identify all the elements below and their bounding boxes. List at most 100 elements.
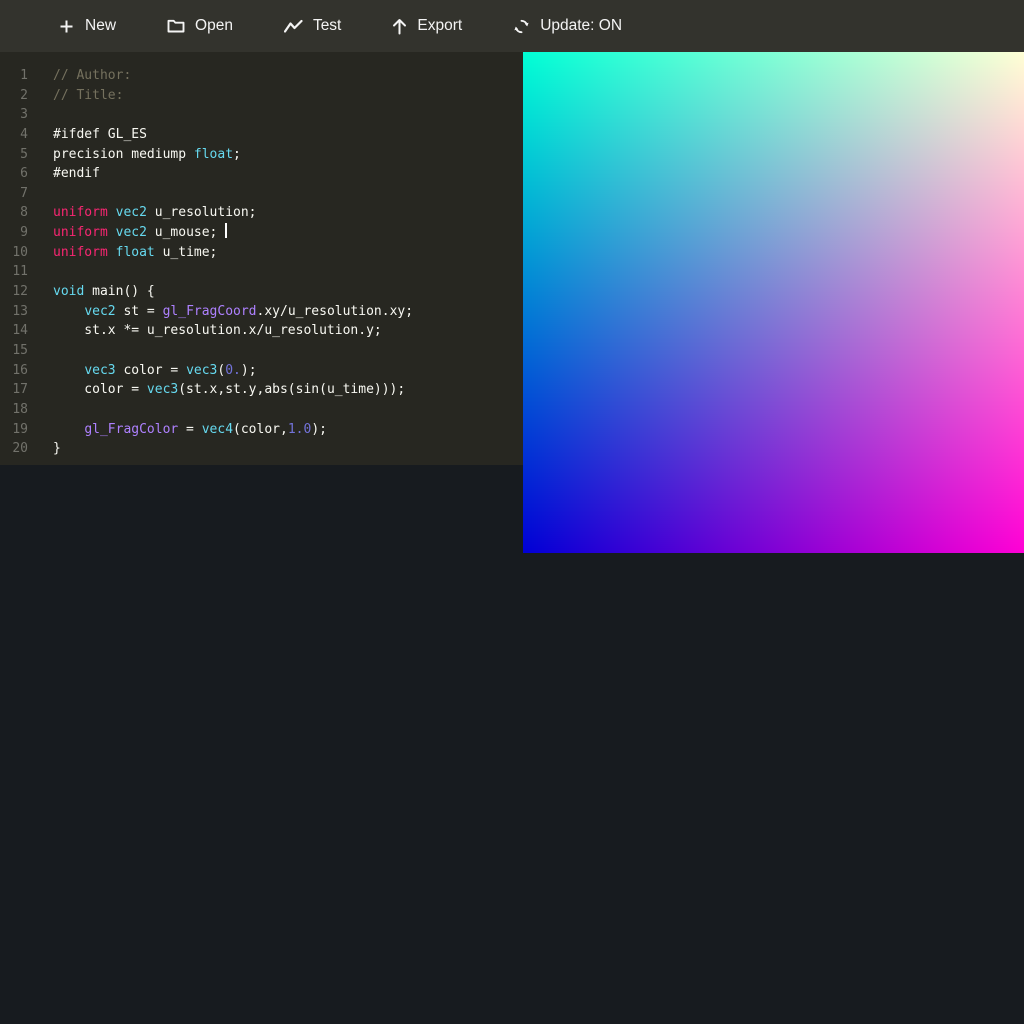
code-token-plain: } bbox=[53, 441, 61, 456]
export-button[interactable]: Export bbox=[392, 17, 462, 35]
line-number: 13 bbox=[0, 302, 28, 322]
code-line-content: uniform vec2 u_resolution; bbox=[28, 203, 257, 223]
code-token-plain: ); bbox=[241, 363, 257, 378]
code-line: 19 gl_FragColor = vec4(color,1.0); bbox=[0, 420, 523, 440]
line-number: 16 bbox=[0, 361, 28, 381]
line-number: 12 bbox=[0, 282, 28, 302]
update-toggle-label: Update: ON bbox=[540, 17, 622, 35]
code-token-keyword: uniform bbox=[53, 205, 108, 220]
code-editor[interactable]: 1 // Author: 2 // Title: 34 #ifdef GL_ES 5prec… bbox=[0, 52, 523, 465]
code-line: 10uniform float u_time; bbox=[0, 243, 523, 263]
code-token-plain bbox=[53, 363, 84, 378]
code-token-type: vec3 bbox=[186, 363, 217, 378]
code-token-type: float bbox=[194, 147, 233, 162]
code-line-content bbox=[28, 262, 53, 282]
line-number: 20 bbox=[0, 439, 28, 459]
line-number: 18 bbox=[0, 400, 28, 420]
code-token-type: vec3 bbox=[147, 382, 178, 397]
editor-lines: 1 // Author: 2 // Title: 34 #ifdef GL_ES 5prec… bbox=[0, 66, 523, 459]
open-button[interactable]: Open bbox=[167, 17, 233, 35]
code-line: 8uniform vec2 u_resolution; bbox=[0, 203, 523, 223]
code-line-content: // Title: bbox=[28, 86, 123, 106]
shader-gradient-blue-layer bbox=[523, 52, 1024, 553]
code-line-content: #endif bbox=[28, 164, 100, 184]
code-token-number: 0. bbox=[225, 363, 241, 378]
line-number: 17 bbox=[0, 380, 28, 400]
code-line: 7 bbox=[0, 184, 523, 204]
line-number: 2 bbox=[0, 86, 28, 106]
code-line-content bbox=[28, 341, 53, 361]
code-line-content: gl_FragColor = vec4(color,1.0); bbox=[28, 420, 327, 440]
text-cursor bbox=[225, 223, 227, 238]
code-token-plain: color = bbox=[116, 363, 186, 378]
line-number: 4 bbox=[0, 125, 28, 145]
code-line-content bbox=[28, 184, 53, 204]
code-line: 1 // Author: bbox=[0, 66, 523, 86]
code-line: 17 color = vec3(st.x,st.y,abs(sin(u_time… bbox=[0, 380, 523, 400]
code-line: 5precision mediump float; bbox=[0, 145, 523, 165]
toolbar: New Open Test Export bbox=[0, 0, 1024, 52]
code-token-type: vec2 bbox=[84, 304, 115, 319]
code-line-content: #ifdef GL_ES bbox=[28, 125, 147, 145]
code-token-type: float bbox=[116, 245, 155, 260]
code-token-number: 1.0 bbox=[288, 422, 311, 437]
code-token-plain: (st.x,st.y,abs(sin(u_time))); bbox=[178, 382, 405, 397]
code-token-plain: st.x *= u_resolution.x/u_resolution.y; bbox=[53, 323, 382, 338]
code-token-comment: // Author: bbox=[53, 68, 131, 83]
code-line: 4 #ifdef GL_ES bbox=[0, 125, 523, 145]
code-line-content: vec3 color = vec3(0.); bbox=[28, 361, 257, 381]
code-token-plain: = bbox=[178, 422, 201, 437]
graph-icon bbox=[284, 19, 303, 34]
line-number: 7 bbox=[0, 184, 28, 204]
update-toggle-button[interactable]: Update: ON bbox=[513, 17, 622, 35]
code-token-plain: ; bbox=[233, 147, 241, 162]
code-token-keyword: uniform bbox=[53, 245, 108, 260]
arrow-up-icon bbox=[392, 18, 407, 35]
line-number: 11 bbox=[0, 262, 28, 282]
code-line-content: uniform vec2 u_mouse; bbox=[28, 223, 227, 243]
code-token-type: vec2 bbox=[116, 225, 147, 240]
shader-preview-canvas[interactable] bbox=[523, 52, 1024, 553]
code-line: 16 vec3 color = vec3(0.); bbox=[0, 361, 523, 381]
code-line-content: color = vec3(st.x,st.y,abs(sin(u_time)))… bbox=[28, 380, 405, 400]
code-token-type: vec3 bbox=[84, 363, 115, 378]
test-button[interactable]: Test bbox=[284, 17, 341, 35]
new-button-label: New bbox=[85, 17, 116, 35]
new-button[interactable]: New bbox=[58, 17, 116, 35]
line-number: 5 bbox=[0, 145, 28, 165]
line-number: 15 bbox=[0, 341, 28, 361]
code-token-plain: #ifdef GL_ES bbox=[53, 127, 147, 142]
code-line: 14 st.x *= u_resolution.x/u_resolution.y… bbox=[0, 321, 523, 341]
code-token-keyword: uniform bbox=[53, 225, 108, 240]
code-line-content: } bbox=[28, 439, 61, 459]
code-line: 15 bbox=[0, 341, 523, 361]
line-number: 9 bbox=[0, 223, 28, 243]
code-line: 20} bbox=[0, 439, 523, 459]
folder-icon bbox=[167, 18, 185, 34]
line-number: 19 bbox=[0, 420, 28, 440]
test-button-label: Test bbox=[313, 17, 341, 35]
open-button-label: Open bbox=[195, 17, 233, 35]
code-line-content: uniform float u_time; bbox=[28, 243, 217, 263]
code-token-plain: color = bbox=[53, 382, 147, 397]
code-line-content: vec2 st = gl_FragCoord.xy/u_resolution.x… bbox=[28, 302, 413, 322]
code-token-plain: (color, bbox=[233, 422, 288, 437]
line-number: 3 bbox=[0, 105, 28, 125]
code-token-comment: // Title: bbox=[53, 88, 123, 103]
code-token-plain bbox=[53, 422, 84, 437]
code-token-plain: u_mouse; bbox=[147, 225, 225, 240]
code-line-content: void main() { bbox=[28, 282, 155, 302]
code-token-plain: .xy/u_resolution.xy; bbox=[257, 304, 414, 319]
code-line-content: // Author: bbox=[28, 66, 131, 86]
export-button-label: Export bbox=[417, 17, 462, 35]
code-token-plain: u_resolution; bbox=[147, 205, 257, 220]
line-number: 6 bbox=[0, 164, 28, 184]
code-token-plain: st = bbox=[116, 304, 163, 319]
code-token-plain: #endif bbox=[53, 166, 100, 181]
code-line: 18 bbox=[0, 400, 523, 420]
line-number: 1 bbox=[0, 66, 28, 86]
line-number: 8 bbox=[0, 203, 28, 223]
code-token-plain bbox=[53, 304, 84, 319]
code-line-content bbox=[28, 400, 53, 420]
code-line-content: st.x *= u_resolution.x/u_resolution.y; bbox=[28, 321, 382, 341]
